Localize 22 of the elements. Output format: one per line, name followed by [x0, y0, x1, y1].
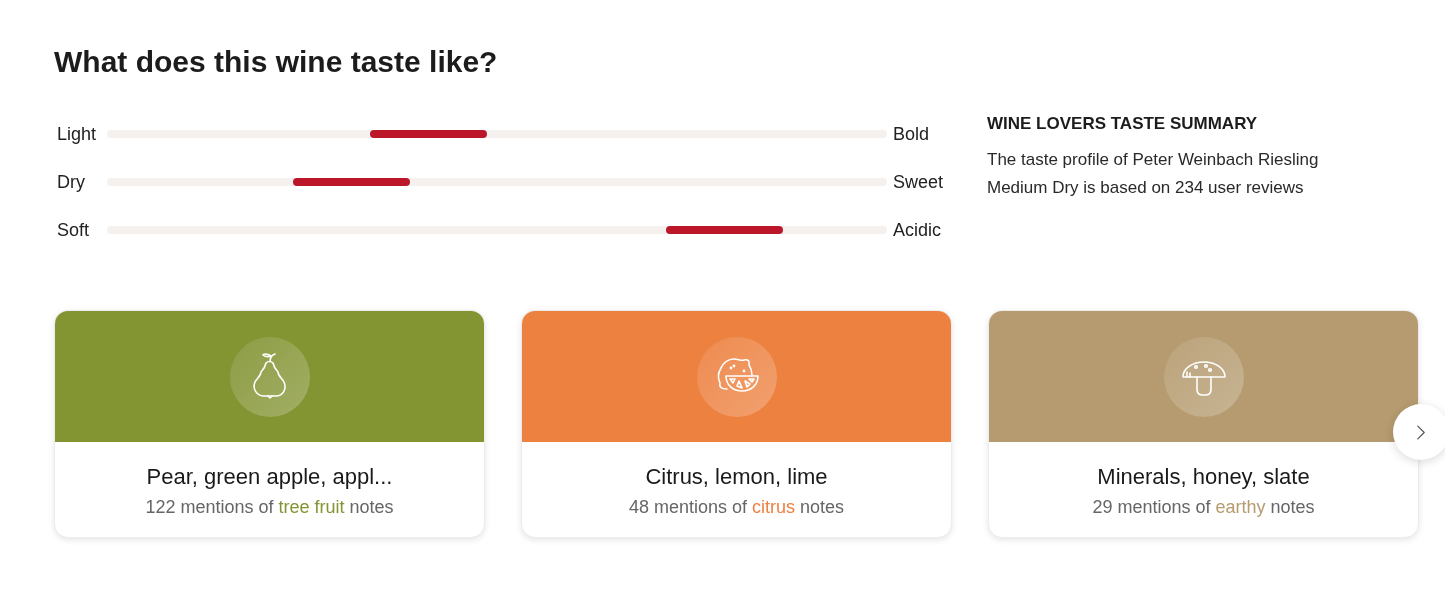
- note-card[interactable]: Minerals, honey, slate 29 mentions of earthy notes: [988, 310, 1419, 538]
- note-card[interactable]: Citrus, lemon, lime 48 mentions of citrus notes: [521, 310, 952, 538]
- scale-left-label: Light: [57, 123, 98, 145]
- mentions-text: 122 mentions of tree fruit notes: [144, 496, 395, 519]
- scale-right-label: Acidic: [893, 219, 941, 241]
- mentions-text: 48 mentions of citrus notes: [627, 496, 846, 519]
- scale-right-label: Sweet: [893, 171, 944, 193]
- card-title: Minerals, honey, slate: [1096, 463, 1311, 491]
- scale-right-label: Bold: [893, 123, 930, 145]
- scale-left-label: Soft: [57, 219, 91, 241]
- card-title: Citrus, lemon, lime: [644, 463, 829, 491]
- summary-text: The taste profile of Peter Weinbach Riesling Medium Dry is based on 234 user reviews: [987, 149, 1320, 199]
- scale-left-label: Dry: [57, 171, 86, 193]
- section-heading: What does this wine taste like?: [54, 44, 499, 80]
- note-card[interactable]: Pear, green apple, appl... 122 mentions of tree fruit notes: [54, 310, 485, 538]
- lemon-slice-icon: [696, 336, 777, 417]
- mentions-text: 29 mentions of earthy notes: [1091, 496, 1316, 519]
- chevron-right-icon: [1417, 424, 1425, 440]
- summary-heading: WINE LOVERS TASTE SUMMARY: [987, 113, 1259, 135]
- pear-icon: [229, 336, 310, 417]
- mushroom-icon: [1163, 336, 1244, 417]
- card-title: Pear, green apple, appl...: [145, 463, 394, 491]
